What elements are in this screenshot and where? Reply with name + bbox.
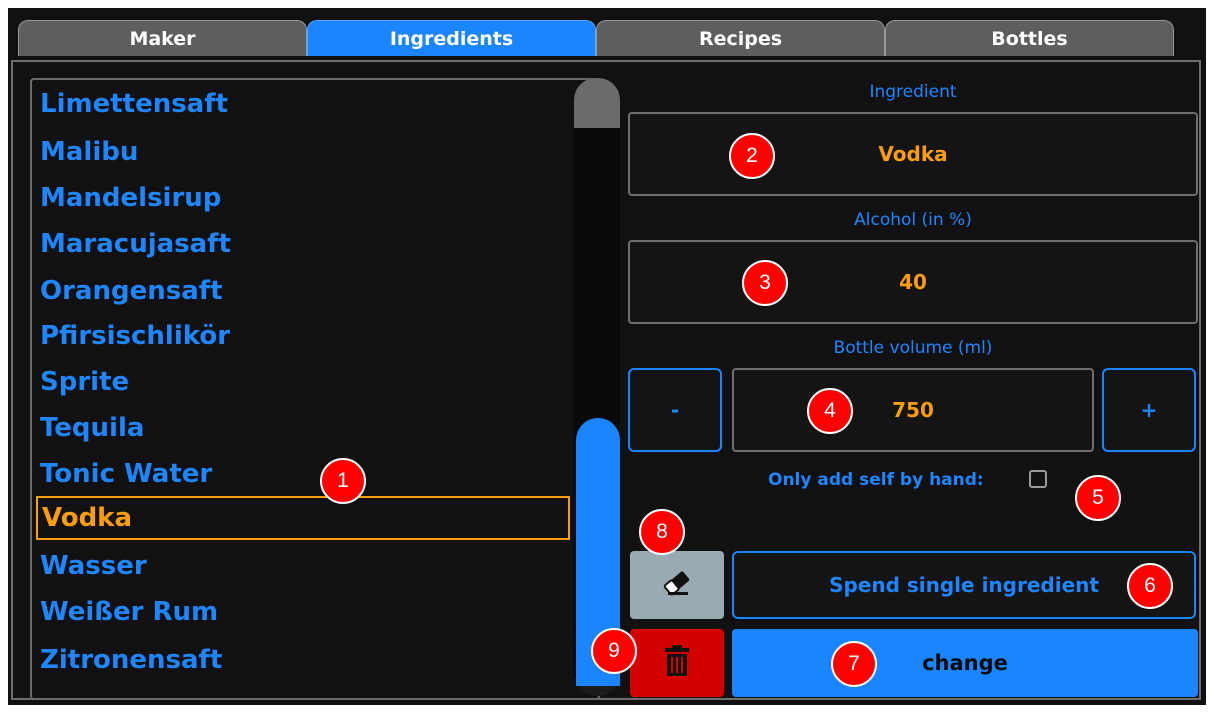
list-item[interactable]: Maracujasaft <box>36 222 566 266</box>
annotation-marker-5: 5 <box>1075 475 1121 521</box>
tab-label: Maker <box>129 27 196 50</box>
trash-icon <box>664 645 690 681</box>
annotation-marker-4: 4 <box>807 388 853 434</box>
list-item[interactable]: Tonic Water <box>36 452 566 496</box>
list-item[interactable]: Zitronensaft <box>36 638 566 682</box>
list-item[interactable]: Orangensaft <box>36 269 566 313</box>
list-item[interactable]: Limettensaft <box>36 82 566 126</box>
spend-label: Spend single ingredient <box>829 573 1099 597</box>
ingredient-name-value: Vodka <box>878 142 948 166</box>
clear-button[interactable] <box>630 551 724 619</box>
volume-minus-button[interactable]: - <box>628 368 722 452</box>
list-item[interactable]: Weißer Rum <box>36 590 566 634</box>
scrollbar-top-cap[interactable] <box>574 78 620 128</box>
minus-label: - <box>670 398 680 422</box>
plus-label: + <box>1140 398 1158 422</box>
list-item[interactable]: Mandelsirup <box>36 176 566 220</box>
tab-label: Bottles <box>991 27 1068 50</box>
tab-label: Ingredients <box>389 27 514 50</box>
tab-ingredients[interactable]: Ingredients <box>307 20 596 56</box>
hand-only-checkbox[interactable] <box>1029 470 1047 488</box>
eraser-icon <box>662 570 692 600</box>
volume-field[interactable]: 750 <box>732 368 1094 452</box>
ingredient-name-field[interactable]: Vodka <box>628 112 1198 196</box>
ingredient-label: Ingredient <box>869 82 957 102</box>
tab-recipes[interactable]: Recipes <box>596 20 885 56</box>
annotation-marker-9: 9 <box>591 628 637 674</box>
tab-bar: Maker Ingredients Recipes Bottles <box>8 8 1206 60</box>
volume-label: Bottle volume (ml) <box>833 338 993 358</box>
tab-maker[interactable]: Maker <box>18 20 307 56</box>
annotation-marker-3: 3 <box>742 260 788 306</box>
volume-plus-button[interactable]: + <box>1102 368 1196 452</box>
list-item[interactable]: Wasser <box>36 544 566 588</box>
app-window: Maker Ingredients Recipes Bottles Limett… <box>8 8 1206 705</box>
annotation-marker-1: 1 <box>320 458 366 504</box>
annotation-marker-7: 7 <box>831 641 877 687</box>
list-item[interactable]: Sprite <box>36 360 566 404</box>
volume-value: 750 <box>892 398 934 422</box>
tab-bottles[interactable]: Bottles <box>885 20 1174 56</box>
delete-button[interactable] <box>630 629 724 697</box>
list-item[interactable]: Pfirsischlikör <box>36 314 566 358</box>
list-item[interactable]: Tequila <box>36 406 566 450</box>
alcohol-value: 40 <box>899 270 927 294</box>
tab-label: Recipes <box>698 27 783 50</box>
change-button[interactable]: change <box>732 629 1198 697</box>
annotation-marker-6: 6 <box>1127 563 1173 609</box>
alcohol-label: Alcohol (in %) <box>854 210 972 230</box>
ingredient-list[interactable]: Limettensaft Malibu Mandelsirup Maracuja… <box>30 78 600 700</box>
alcohol-field[interactable]: 40 <box>628 240 1198 324</box>
annotation-marker-8: 8 <box>639 509 685 555</box>
change-label: change <box>922 651 1008 675</box>
list-item[interactable]: Malibu <box>36 130 566 174</box>
hand-only-label: Only add self by hand: <box>768 470 984 490</box>
list-item-selected[interactable]: Vodka <box>36 496 570 540</box>
annotation-marker-2: 2 <box>729 133 775 179</box>
